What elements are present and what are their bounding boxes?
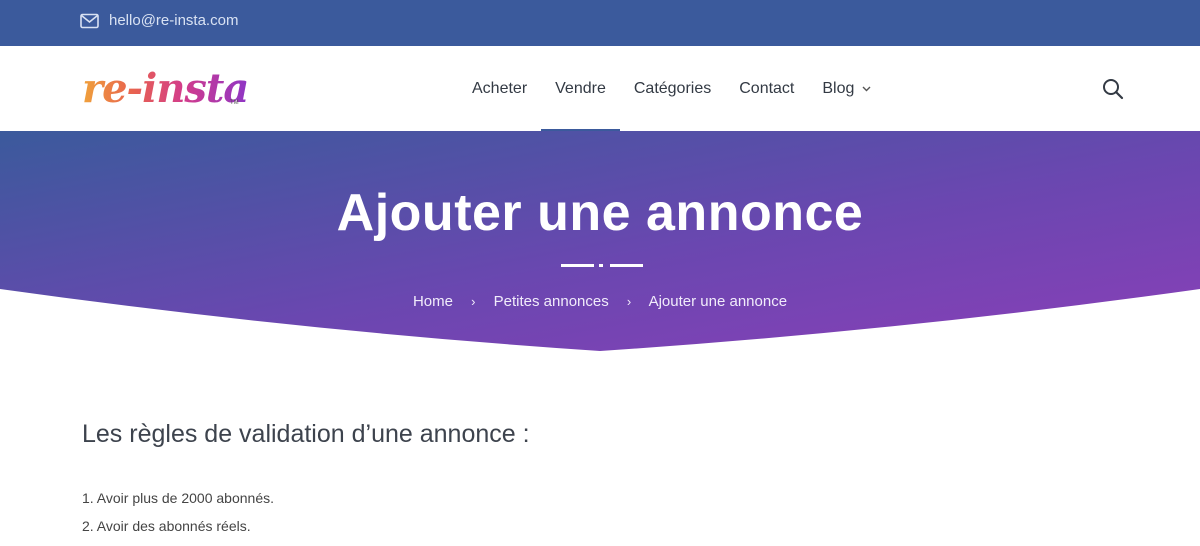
breadcrumb-current: Ajouter une annonce [648,293,788,310]
hero-background [0,131,1200,351]
mail-icon [80,13,99,28]
chevron-down-icon [862,86,871,91]
nav-item-categories[interactable]: Catégories [634,46,711,131]
top-bar: hello@re-insta.com [0,0,1200,46]
section-heading: Les règles de validation d’une annonce : [82,420,530,448]
nav-item-acheter[interactable]: Acheter [472,46,527,131]
main-menu: Acheter Vendre Catégories Contact Blog [458,46,885,131]
breadcrumb-petites-annonces[interactable]: Petites annonces [494,293,609,310]
breadcrumb-home[interactable]: Home [413,293,453,310]
nav-item-label: Contact [739,79,795,97]
page-hero: Ajouter une annonce Home › Petites annon… [0,131,1200,356]
nav-item-label: Acheter [472,79,528,97]
main-content: Les règles de validation d’une annonce :… [82,420,1122,534]
nav-item-blog[interactable]: Blog [822,46,871,131]
nav-item-label: Vendre [555,79,606,97]
main-navbar: re-insta TM Acheter Vendre Catégories Co… [0,46,1200,131]
contact-email[interactable]: hello@re-insta.com [80,12,238,29]
nav-item-contact[interactable]: Contact [739,46,794,131]
logo-wordmark: re-insta [82,64,252,114]
list-item: 1. Avoir plus de 2000 abonnés. [82,490,275,506]
validation-rules-list: 1. Avoir plus de 2000 abonnés. 2. Avoir … [82,484,274,540]
title-divider [561,264,643,267]
email-link[interactable]: hello@re-insta.com [109,12,238,29]
nav-item-label: Catégories [633,79,712,97]
search-icon[interactable] [1102,78,1124,100]
logo-trademark: TM [230,100,239,106]
site-logo[interactable]: re-insta TM [82,64,252,114]
breadcrumb: Home › Petites annonces › Ajouter une an… [0,293,1200,310]
nav-item-vendre[interactable]: Vendre [541,46,620,131]
list-item: 2. Avoir des abonnés réels. [82,518,251,534]
breadcrumb-separator-icon: › [626,294,632,309]
page-title: Ajouter une annonce [336,184,864,242]
breadcrumb-separator-icon: › [471,294,476,309]
nav-item-label: Blog [822,79,855,97]
